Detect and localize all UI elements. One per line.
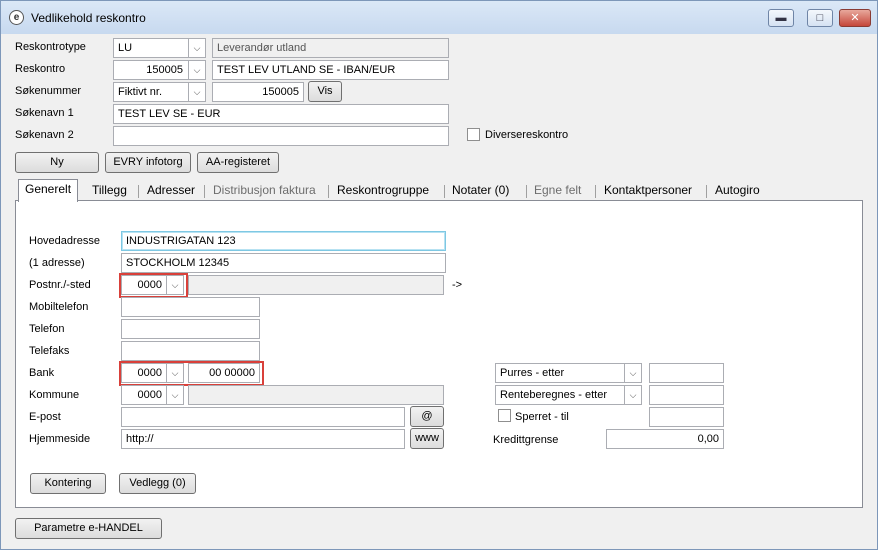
- mobiltelefon-label: Mobiltelefon: [29, 301, 89, 313]
- renteberegnes-field[interactable]: [649, 385, 724, 405]
- purres-field[interactable]: [649, 363, 724, 383]
- telefon-label: Telefon: [29, 323, 65, 335]
- hovedadresse-field[interactable]: INDUSTRIGATAN 123: [121, 231, 446, 251]
- chevron-down-icon[interactable]: ⌵: [188, 83, 205, 101]
- tab-strip: Generelt Tillegg Adresser Distribusjon f…: [15, 179, 863, 202]
- www-button[interactable]: www: [410, 428, 444, 449]
- hjemmeside-label: Hjemmeside: [29, 433, 91, 445]
- tab-separator: [595, 185, 596, 198]
- close-button[interactable]: ✕: [839, 9, 871, 27]
- telefon-field[interactable]: [121, 319, 260, 339]
- bank-highlight-box: [119, 361, 264, 386]
- kredittgrense-field[interactable]: 0,00: [606, 429, 724, 449]
- app-logo-icon: e: [9, 10, 24, 25]
- reskontrotype-label: Reskontrotype: [15, 41, 86, 53]
- postnr-highlight-box: [119, 273, 188, 298]
- sperret-label: Sperret - til: [515, 411, 569, 423]
- sokenavn2-field[interactable]: [113, 126, 449, 146]
- reskontro-label: Reskontro: [15, 63, 66, 75]
- epost-label: E-post: [29, 411, 61, 423]
- postnr-arrow-text: ->: [452, 279, 463, 291]
- epost-button[interactable]: @: [410, 406, 444, 427]
- sokenummer-label: Søkenummer: [15, 85, 82, 97]
- maximize-button[interactable]: □: [807, 9, 833, 27]
- reskontro-number-select[interactable]: 150005 ⌵: [113, 60, 206, 80]
- kommune-value: 0000: [137, 389, 162, 401]
- window-title: Vedlikehold reskontro: [31, 11, 146, 25]
- kredittgrense-label: Kredittgrense: [493, 434, 559, 446]
- tab-distribusjon-faktura: Distribusjon faktura: [213, 183, 316, 197]
- ny-button[interactable]: Ny: [15, 152, 99, 173]
- purres-select[interactable]: Purres - etter ⌵: [495, 363, 642, 383]
- kommune-name-field: [188, 385, 444, 405]
- tab-tillegg[interactable]: Tillegg: [86, 181, 133, 201]
- tab-separator: [526, 185, 527, 198]
- chevron-down-icon[interactable]: ⌵: [166, 386, 183, 404]
- aa-registeret-button[interactable]: AA-registeret: [197, 152, 279, 173]
- tab-kontaktpersoner[interactable]: Kontaktpersoner: [598, 181, 698, 201]
- epost-field[interactable]: [121, 407, 405, 427]
- chevron-down-icon[interactable]: ⌵: [624, 386, 641, 404]
- kommune-label: Kommune: [29, 389, 80, 401]
- parametre-ehandel-button[interactable]: Parametre e-HANDEL: [15, 518, 162, 539]
- tab-separator: [138, 185, 139, 198]
- title-bar: e Vedlikehold reskontro ▬ □ ✕: [1, 1, 877, 34]
- sokenavn2-label: Søkenavn 2: [15, 129, 74, 141]
- minimize-button[interactable]: ▬: [768, 9, 794, 27]
- vis-button[interactable]: Vis: [308, 81, 342, 102]
- tab-reskontrogruppe[interactable]: Reskontrogruppe: [331, 181, 435, 201]
- tab-separator: [706, 185, 707, 198]
- kommune-select[interactable]: 0000 ⌵: [121, 385, 184, 405]
- generelt-panel: Hovedadresse INDUSTRIGATAN 123 (1 adress…: [15, 200, 863, 508]
- sokenummer-type-select[interactable]: Fiktivt nr. ⌵: [113, 82, 206, 102]
- purres-value: Purres - etter: [500, 367, 565, 379]
- sokenavn1-field[interactable]: TEST LEV SE - EUR: [113, 104, 449, 124]
- telefaks-label: Telefaks: [29, 345, 70, 357]
- postnr-label: Postnr./-sted: [29, 279, 91, 291]
- tab-separator: [444, 185, 445, 198]
- tab-autogiro[interactable]: Autogiro: [709, 181, 766, 201]
- sokenummer-field[interactable]: 150005: [212, 82, 304, 102]
- tab-adresser[interactable]: Adresser: [141, 181, 201, 201]
- poststed-field: [188, 275, 444, 295]
- reskontrotype-value: LU: [118, 42, 133, 54]
- hjemmeside-field[interactable]: http://: [121, 429, 405, 449]
- reskontrotype-select[interactable]: LU ⌵: [113, 38, 206, 58]
- chevron-down-icon[interactable]: ⌵: [188, 61, 205, 79]
- chevron-down-icon[interactable]: ⌵: [188, 39, 205, 57]
- hovedadresse-label: Hovedadresse: [29, 235, 100, 247]
- kontering-button[interactable]: Kontering: [30, 473, 106, 494]
- vedlegg-button[interactable]: Vedlegg (0): [119, 473, 196, 494]
- diversereskontro-label: Diversereskontro: [485, 129, 569, 141]
- renteberegnes-select[interactable]: Renteberegnes - etter ⌵: [495, 385, 642, 405]
- chevron-down-icon[interactable]: ⌵: [624, 364, 641, 382]
- reskontro-number-value: 150005: [146, 64, 183, 76]
- sperret-til-field[interactable]: [649, 407, 724, 427]
- telefaks-field[interactable]: [121, 341, 260, 361]
- tab-generelt[interactable]: Generelt: [18, 179, 79, 202]
- sperret-checkbox[interactable]: [498, 409, 511, 422]
- reskontro-name-field[interactable]: TEST LEV UTLAND SE - IBAN/EUR: [212, 60, 449, 80]
- renteberegnes-value: Renteberegnes - etter: [500, 389, 608, 401]
- adresse1-field[interactable]: STOCKHOLM 12345: [121, 253, 446, 273]
- tab-notater[interactable]: Notater (0): [446, 181, 515, 201]
- evry-infotorg-button[interactable]: EVRY infotorg: [105, 152, 191, 173]
- diversereskontro-checkbox[interactable]: [467, 128, 480, 141]
- sokenummer-type-value: Fiktivt nr.: [118, 86, 163, 98]
- bank-label: Bank: [29, 367, 55, 379]
- main-window: e Vedlikehold reskontro ▬ □ ✕ Reskontrot…: [0, 0, 878, 550]
- reskontrotype-description: Leverandør utland: [212, 38, 449, 58]
- tab-separator: [204, 185, 205, 198]
- sokenavn1-label: Søkenavn 1: [15, 107, 74, 119]
- tab-separator: [328, 185, 329, 198]
- adresse1-label: (1 adresse): [29, 257, 85, 269]
- tab-egne-felt: Egne felt: [534, 183, 582, 197]
- mobiltelefon-field[interactable]: [121, 297, 260, 317]
